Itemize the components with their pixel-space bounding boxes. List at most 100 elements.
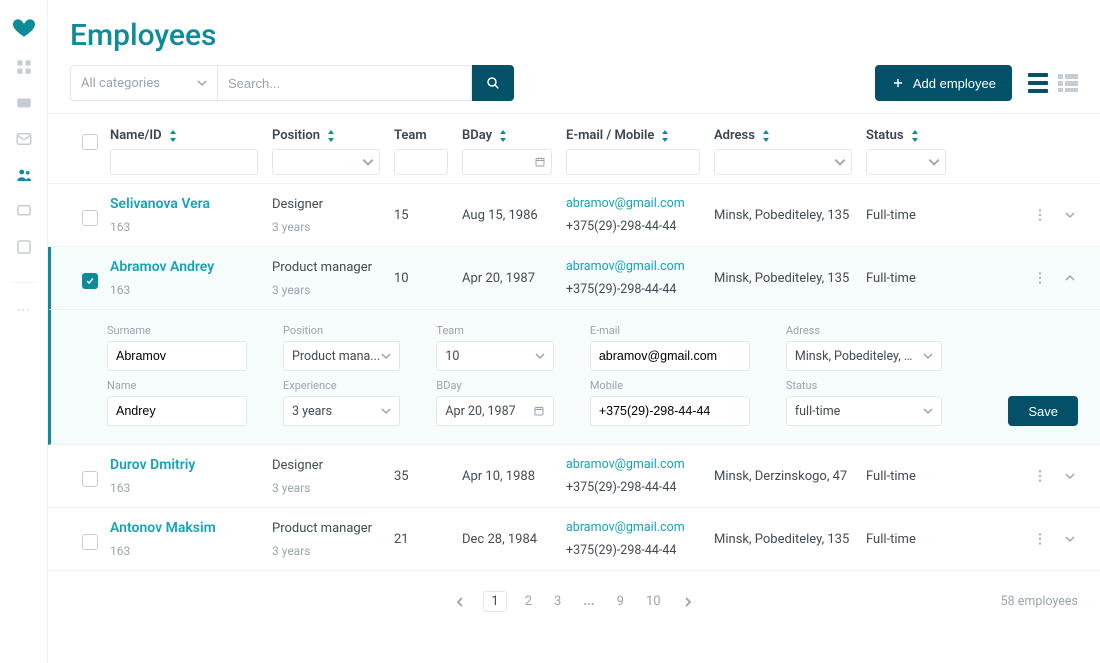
filter-email-input[interactable]: [566, 149, 700, 175]
edit-team-select[interactable]: 10: [436, 341, 553, 371]
edit-bday-input[interactable]: Apr 20, 1987: [436, 396, 553, 426]
column-header-email[interactable]: E-mail / Mobile: [566, 128, 700, 143]
edit-email-input[interactable]: [590, 341, 750, 371]
page-prev[interactable]: [451, 595, 469, 609]
filter-team-input[interactable]: [394, 149, 448, 175]
employee-team: 35: [394, 469, 448, 484]
row-checkbox[interactable]: [82, 210, 98, 226]
row-more-icon[interactable]: [1032, 531, 1048, 547]
row-checkbox[interactable]: [82, 471, 98, 487]
employee-id: 163: [110, 481, 258, 495]
employee-team: 21: [394, 532, 448, 547]
search-input[interactable]: [218, 65, 472, 101]
column-header-bday[interactable]: BDay: [462, 128, 552, 143]
edit-label-status: Status: [786, 379, 943, 392]
edit-label-surname: Surname: [107, 324, 247, 337]
row-expand-icon[interactable]: [1062, 207, 1078, 223]
employee-bday: Aug 15, 1986: [462, 208, 552, 223]
app-logo: [11, 14, 37, 40]
employee-status: Full-time: [866, 271, 946, 286]
category-select-label: All categories: [81, 76, 160, 91]
edit-experience-select[interactable]: 3 years: [283, 396, 400, 426]
column-header-status[interactable]: Status: [866, 128, 946, 143]
employee-phone: +375(29)-298-44-44: [566, 480, 700, 495]
total-count: 58 employees: [1001, 594, 1078, 609]
edit-mobile-input[interactable]: [590, 396, 750, 426]
edit-address-select[interactable]: Minsk, Pobediteley, 135: [786, 341, 943, 371]
employee-name-link[interactable]: Durov Dmitriy: [110, 457, 258, 473]
toolbar: All categories Add employee: [48, 65, 1100, 113]
employee-experience: 3 years: [272, 544, 380, 558]
row-checkbox[interactable]: [82, 273, 98, 289]
employee-experience: 3 years: [272, 220, 380, 234]
nav-employees-icon[interactable]: [15, 166, 33, 184]
nav-reports-icon[interactable]: [15, 238, 33, 256]
employee-position: Product manager: [272, 260, 380, 275]
employee-position: Product manager: [272, 521, 380, 536]
filter-address-select[interactable]: [714, 149, 852, 175]
nav-dashboard-icon[interactable]: [15, 58, 33, 76]
nav-mail-icon[interactable]: [15, 130, 33, 148]
employee-address: Minsk, Pobediteley, 135: [714, 208, 852, 223]
page-title: Employees: [48, 0, 1100, 65]
search-button[interactable]: [472, 65, 514, 101]
row-more-icon[interactable]: [1032, 468, 1048, 484]
filter-status-select[interactable]: [866, 149, 946, 175]
page-number[interactable]: 9: [613, 592, 628, 611]
employee-email[interactable]: abramov@gmail.com: [566, 520, 700, 535]
filter-bday-input[interactable]: [462, 149, 552, 175]
employee-email[interactable]: abramov@gmail.com: [566, 259, 700, 274]
view-grid-button[interactable]: [1058, 73, 1078, 93]
edit-label-mobile: Mobile: [590, 379, 750, 392]
employee-id: 163: [110, 220, 258, 234]
row-expand-icon[interactable]: [1062, 531, 1078, 547]
add-employee-button[interactable]: Add employee: [875, 65, 1012, 101]
employee-phone: +375(29)-298-44-44: [566, 543, 700, 558]
search-icon: [485, 75, 501, 91]
page-number[interactable]: 2: [521, 592, 536, 611]
employee-email[interactable]: abramov@gmail.com: [566, 457, 700, 472]
page-ellipsis: ...: [579, 592, 598, 611]
edit-position-select[interactable]: Product mana...: [283, 341, 400, 371]
row-checkbox[interactable]: [82, 534, 98, 550]
employee-name-link[interactable]: Abramov Andrey: [110, 259, 258, 275]
view-list-button[interactable]: [1028, 73, 1048, 93]
page-number[interactable]: 1: [483, 591, 506, 612]
row-more-icon[interactable]: [1032, 207, 1048, 223]
table-row: Abramov Andrey163 Product manager3 years…: [48, 247, 1100, 310]
page-next[interactable]: [679, 595, 697, 609]
edit-surname-input[interactable]: [107, 341, 247, 371]
employee-address: Minsk, Pobediteley, 135: [714, 532, 852, 547]
category-select[interactable]: All categories: [70, 65, 218, 101]
sidebar-separator: [13, 282, 35, 283]
page-number[interactable]: 3: [550, 592, 565, 611]
employee-experience: 3 years: [272, 283, 380, 297]
row-more-icon[interactable]: [1032, 270, 1048, 286]
employee-status: Full-time: [866, 208, 946, 223]
save-button[interactable]: Save: [1008, 396, 1078, 426]
employee-name-link[interactable]: Selivanova Vera: [110, 196, 258, 212]
employee-address: Minsk, Pobediteley, 135: [714, 271, 852, 286]
employee-status: Full-time: [866, 469, 946, 484]
edit-label-name: Name: [107, 379, 247, 392]
edit-status-select[interactable]: full-time: [786, 396, 943, 426]
row-expand-icon[interactable]: [1062, 468, 1078, 484]
plus-icon: [891, 76, 905, 90]
select-all-checkbox[interactable]: [82, 134, 98, 150]
employee-email[interactable]: abramov@gmail.com: [566, 196, 700, 211]
table-body: Selivanova Vera163 Designer3 years 15 Au…: [48, 183, 1100, 571]
column-header-team[interactable]: Team: [394, 128, 448, 143]
filter-position-select[interactable]: [272, 149, 380, 175]
table-footer: 1 2 3 ... 9 10 58 employees: [48, 571, 1100, 624]
column-header-name[interactable]: Name/ID: [110, 128, 258, 143]
column-header-position[interactable]: Position: [272, 128, 380, 143]
edit-name-input[interactable]: [107, 396, 247, 426]
nav-cards-icon[interactable]: [15, 94, 33, 112]
employee-name-link[interactable]: Antonov Maksim: [110, 520, 258, 536]
row-collapse-icon[interactable]: [1062, 270, 1078, 286]
nav-more-icon[interactable]: ⋯: [15, 301, 33, 319]
column-header-address[interactable]: Adress: [714, 128, 852, 143]
nav-chat-icon[interactable]: [15, 202, 33, 220]
filter-name-input[interactable]: [110, 149, 258, 175]
page-number[interactable]: 10: [642, 592, 665, 611]
